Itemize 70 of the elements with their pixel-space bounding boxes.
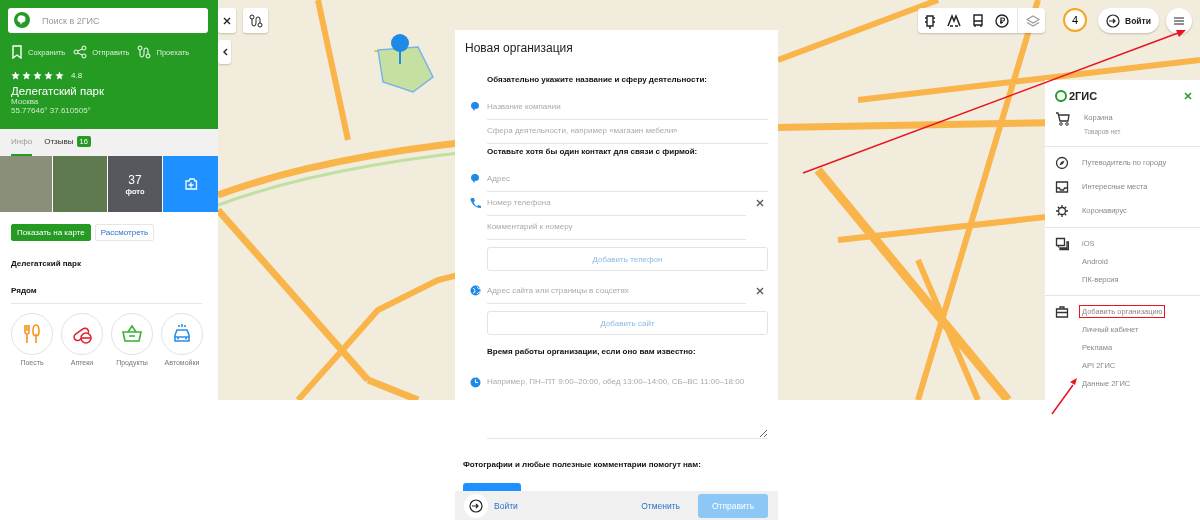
- input-field[interactable]: Название компании: [487, 94, 768, 120]
- pin-icon: [470, 101, 480, 112]
- input-field[interactable]: Комментарий к номеру: [487, 214, 746, 240]
- virus-icon: [1055, 204, 1069, 218]
- input-field[interactable]: Номер телефона: [487, 190, 746, 216]
- coordinates: 55.77646° 37.610505°: [11, 106, 92, 115]
- layers-icon[interactable]: [1026, 13, 1040, 28]
- route-icon: [137, 45, 152, 59]
- basket-icon: [121, 323, 143, 345]
- dialog-title: Новая организация: [464, 40, 574, 55]
- add-button[interactable]: Добавить сайт: [487, 311, 768, 335]
- section-heading: Обязательно укажите название и сферу деятельности:: [487, 74, 708, 86]
- star-icon: [55, 71, 64, 80]
- section-heading: Оставьте хотя бы один контакт для связи с фирмой:: [487, 146, 699, 158]
- collapse-button[interactable]: [218, 40, 231, 64]
- search-field[interactable]: Поиск в 2ГИС: [8, 8, 208, 33]
- compass-icon: [1055, 156, 1069, 170]
- photo-count: 37: [128, 172, 142, 187]
- route-icon: [248, 13, 263, 28]
- close-button[interactable]: [218, 8, 236, 33]
- pin-icon: [470, 173, 480, 184]
- login-link[interactable]: Войти: [494, 500, 518, 511]
- fork-spoon-icon: [21, 323, 43, 345]
- devices-icon: [1055, 237, 1069, 251]
- camera-plus-icon: [183, 177, 198, 191]
- clear-icon[interactable]: [756, 199, 764, 207]
- globe-icon: [470, 285, 481, 296]
- city-name: Москва: [11, 97, 40, 106]
- place-name: Делегатский парк: [11, 259, 82, 268]
- star-icon: [44, 71, 53, 80]
- briefcase-icon: [1055, 305, 1069, 319]
- map-pin-icon[interactable]: [391, 34, 409, 65]
- login-button[interactable]: Войти: [1098, 8, 1159, 33]
- star-icon: [11, 71, 20, 80]
- car-icon: [171, 323, 193, 345]
- login-icon[interactable]: [469, 498, 483, 513]
- close-icon: [223, 16, 231, 25]
- annotation-arrow: [1051, 378, 1077, 415]
- section-title: Рядом: [11, 286, 38, 295]
- share-icon: [73, 45, 88, 59]
- place-title: Делегатский парк: [11, 85, 105, 97]
- cancel-link[interactable]: Отменить: [641, 500, 680, 511]
- logo-pin-icon: [1055, 90, 1067, 102]
- route-button[interactable]: [243, 8, 268, 33]
- input-field[interactable]: Адрес: [487, 166, 768, 192]
- park-area[interactable]: [377, 46, 434, 93]
- phone-icon: [470, 197, 481, 208]
- section-heading: Время работы организации, если оно вам известно:: [487, 346, 697, 358]
- logo-text: 2ГИС: [1069, 90, 1098, 102]
- login-icon: [1106, 13, 1120, 28]
- bookmark-icon: [11, 45, 23, 59]
- close-icon[interactable]: [1184, 92, 1192, 100]
- metro-icon[interactable]: [947, 12, 961, 29]
- inbox-icon: [1055, 180, 1069, 194]
- section-heading: Фотографии и любые полезные комментарии помогут нам:: [463, 460, 702, 469]
- bus-icon[interactable]: [971, 12, 985, 29]
- add-button[interactable]: Добавить телефон: [487, 247, 768, 271]
- clear-icon[interactable]: [756, 287, 764, 295]
- parking-icon[interactable]: [995, 12, 1009, 29]
- menu-icon: [1174, 17, 1184, 25]
- chevron-left-icon: [221, 48, 228, 56]
- rating-value: 4.8: [71, 71, 83, 80]
- star-icon: [22, 71, 31, 80]
- input-field[interactable]: Адрес сайта или страницы в соцсетях: [487, 278, 746, 304]
- cart-icon: [1055, 111, 1071, 127]
- star-icon: [33, 71, 42, 80]
- show-on-map-button[interactable]: Показать на карте: [11, 224, 91, 241]
- clock-icon: [470, 377, 481, 388]
- view-button[interactable]: Рассмотреть: [94, 224, 155, 241]
- input-field[interactable]: Сфера деятельности, например «магазин мебели»: [487, 118, 768, 144]
